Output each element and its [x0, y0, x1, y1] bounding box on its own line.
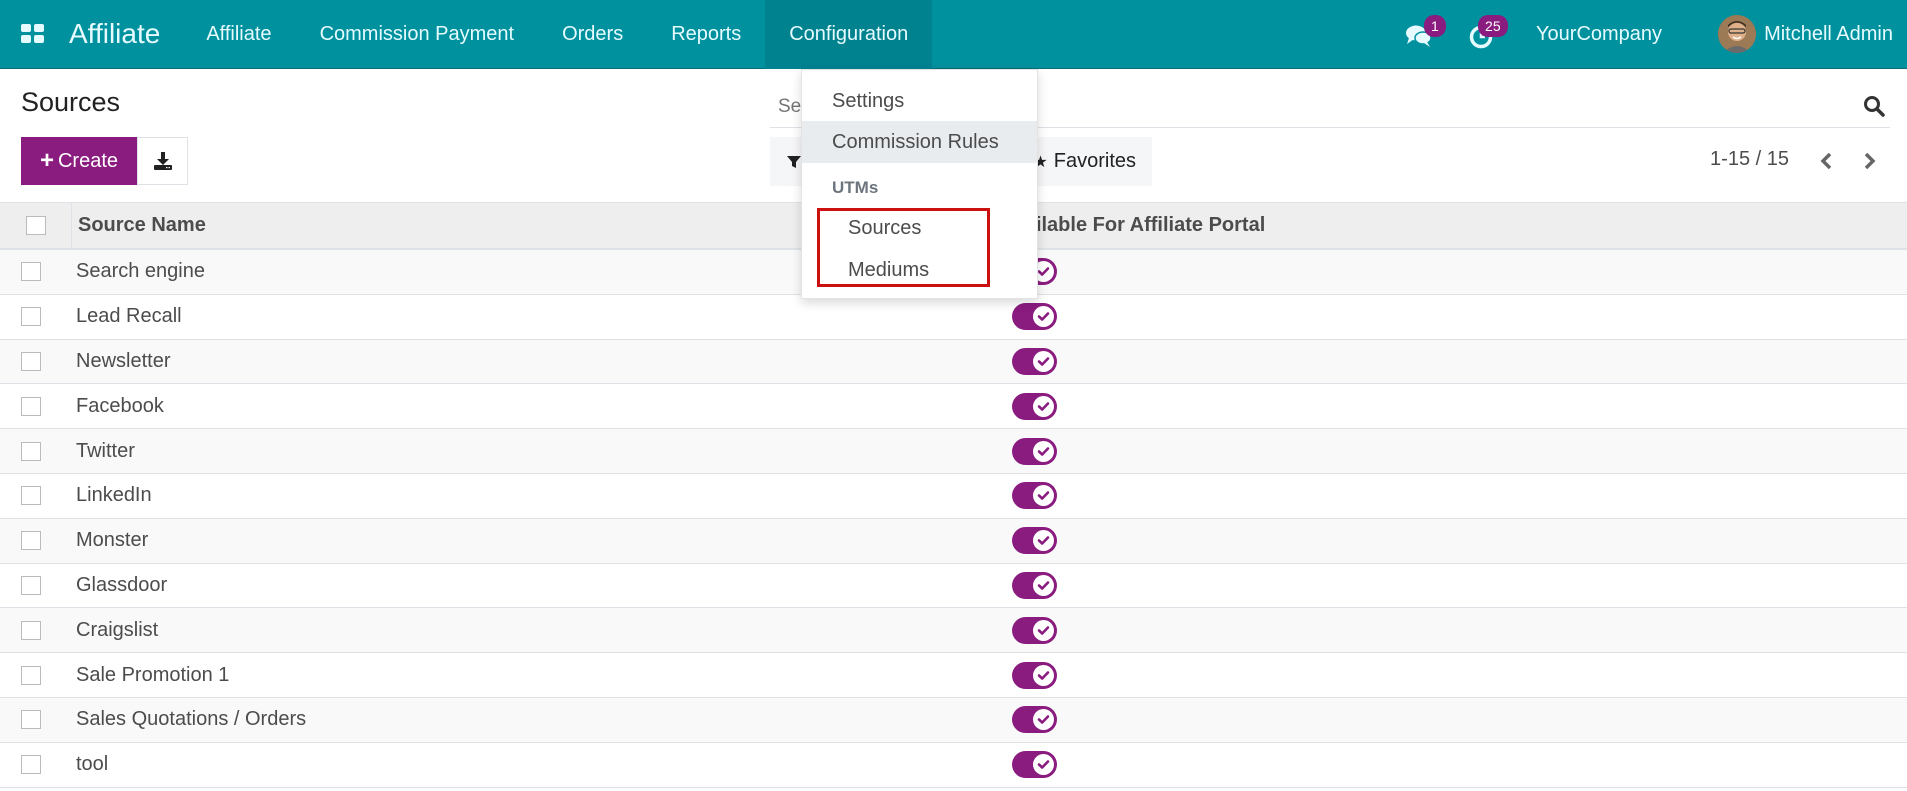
source-name-cell[interactable]: Monster: [76, 529, 148, 552]
pager-value[interactable]: 1-15 / 15: [1710, 148, 1789, 171]
activities-badge: 25: [1478, 15, 1508, 37]
row-checkbox[interactable]: [21, 531, 41, 551]
app-brand[interactable]: Affiliate: [69, 18, 160, 50]
table-row[interactable]: Glassdoor: [0, 563, 1907, 609]
source-name-cell[interactable]: Search engine: [76, 260, 205, 283]
available-toggle[interactable]: [1012, 751, 1057, 779]
create-button[interactable]: + Create: [21, 137, 137, 185]
nav-item-reports[interactable]: Reports: [647, 0, 765, 69]
source-name-cell[interactable]: Sales Quotations / Orders: [76, 708, 306, 731]
check-icon: [1033, 619, 1054, 641]
table-row[interactable]: Craigslist: [0, 608, 1907, 654]
check-icon: [1033, 306, 1054, 328]
search-icon[interactable]: [1862, 94, 1886, 118]
source-name-cell[interactable]: Facebook: [76, 395, 164, 418]
available-toggle[interactable]: [1012, 392, 1057, 420]
available-toggle[interactable]: [1012, 303, 1057, 331]
available-toggle[interactable]: [1012, 482, 1057, 510]
available-toggle[interactable]: [1012, 437, 1057, 465]
company-switcher[interactable]: YourCompany: [1536, 23, 1662, 46]
available-toggle[interactable]: [1012, 661, 1057, 689]
plus-icon: +: [39, 147, 54, 174]
source-name-cell[interactable]: Craigslist: [76, 619, 158, 642]
table-row[interactable]: Facebook: [0, 384, 1907, 430]
top-navbar: Affiliate Affiliate Commission Payment O…: [0, 0, 1907, 69]
row-checkbox[interactable]: [21, 710, 41, 730]
check-icon: [1033, 574, 1054, 596]
check-icon: [1033, 350, 1054, 372]
row-checkbox[interactable]: [21, 575, 41, 595]
apps-menu-icon[interactable]: [21, 24, 45, 44]
check-icon: [1033, 709, 1054, 731]
check-icon: [1033, 485, 1054, 507]
row-checkbox[interactable]: [21, 351, 41, 371]
row-checkbox[interactable]: [21, 665, 41, 685]
check-icon: [1033, 754, 1054, 776]
row-checkbox[interactable]: [21, 396, 41, 416]
available-toggle[interactable]: [1012, 527, 1057, 555]
check-icon: [1033, 395, 1054, 417]
row-checkbox[interactable]: [21, 620, 41, 640]
source-name-cell[interactable]: Newsletter: [76, 350, 170, 373]
source-name-cell[interactable]: tool: [76, 753, 108, 776]
row-checkbox[interactable]: [21, 755, 41, 775]
activities-button[interactable]: 25: [1466, 15, 1508, 51]
export-button[interactable]: [137, 137, 188, 185]
select-all-checkbox[interactable]: [25, 216, 46, 235]
menu-item-mediums[interactable]: Mediums: [802, 249, 1037, 291]
filter-icon: [787, 155, 801, 168]
user-menu[interactable]: Mitchell Admin: [1718, 15, 1893, 53]
create-label: Create: [57, 149, 119, 172]
available-toggle[interactable]: [1012, 616, 1057, 644]
systray: 1 25 YourCompany Mitchell Admin: [1390, 0, 1907, 69]
source-name-cell[interactable]: Glassdoor: [76, 574, 167, 597]
row-checkbox[interactable]: [21, 262, 41, 282]
menu-section-utms: UTMs: [832, 178, 879, 197]
nav-item-commission-payment[interactable]: Commission Payment: [296, 0, 539, 69]
check-icon: [1033, 664, 1054, 686]
source-name-cell[interactable]: LinkedIn: [76, 484, 152, 507]
user-name: Mitchell Admin: [1764, 22, 1893, 45]
table-row[interactable]: Newsletter: [0, 339, 1907, 385]
download-icon: [153, 152, 172, 170]
available-toggle[interactable]: [1012, 571, 1057, 599]
favorites-button[interactable]: ★ Favorites: [1033, 150, 1136, 173]
favorites-label: Favorites: [1053, 150, 1136, 172]
available-toggle[interactable]: [1012, 347, 1057, 375]
check-icon: [1033, 530, 1054, 552]
page-title: Sources: [21, 87, 121, 117]
table-row[interactable]: Sales Quotations / Orders: [0, 697, 1907, 743]
available-toggle[interactable]: [1012, 706, 1057, 734]
source-name-cell[interactable]: Twitter: [76, 440, 135, 463]
menu-item-commission-rules[interactable]: Commission Rules: [802, 121, 1037, 163]
pager-previous-button[interactable]: [1811, 147, 1841, 175]
table-row[interactable]: Twitter: [0, 429, 1907, 474]
source-name-cell[interactable]: Sale Promotion 1: [76, 664, 229, 687]
nav-item-orders[interactable]: Orders: [538, 0, 647, 69]
configuration-dropdown: Settings Commission Rules UTMs Sources M…: [801, 69, 1038, 299]
chevron-left-icon: [1820, 152, 1832, 170]
messages-button[interactable]: 1: [1404, 15, 1446, 51]
table-row[interactable]: tool: [0, 742, 1907, 788]
table-row[interactable]: Monster: [0, 518, 1907, 564]
column-header-source-name[interactable]: Source Name: [78, 214, 206, 237]
pager-next-button[interactable]: [1855, 147, 1885, 175]
table-row[interactable]: LinkedIn: [0, 473, 1907, 519]
table-body: Search engine Lead Recall Newsletter Facebo…: [0, 250, 1907, 788]
messages-badge: 1: [1424, 15, 1446, 37]
nav-item-configuration[interactable]: Configuration: [765, 0, 933, 69]
menu-item-settings[interactable]: Settings: [802, 80, 1037, 122]
table-row[interactable]: Sale Promotion 1: [0, 653, 1907, 698]
row-checkbox[interactable]: [21, 307, 41, 327]
row-checkbox[interactable]: [21, 441, 41, 461]
table-row[interactable]: Lead Recall: [0, 294, 1907, 340]
user-avatar: [1718, 15, 1757, 53]
row-checkbox[interactable]: [21, 486, 41, 506]
column-header-available-for-affiliate-portal[interactable]: Available For Affiliate Portal: [1000, 214, 1265, 237]
menu-item-sources[interactable]: Sources: [802, 207, 1037, 249]
check-icon: [1033, 440, 1054, 462]
source-name-cell[interactable]: Lead Recall: [76, 305, 182, 328]
chevron-right-icon: [1864, 152, 1876, 170]
nav-item-affiliate[interactable]: Affiliate: [182, 0, 295, 69]
